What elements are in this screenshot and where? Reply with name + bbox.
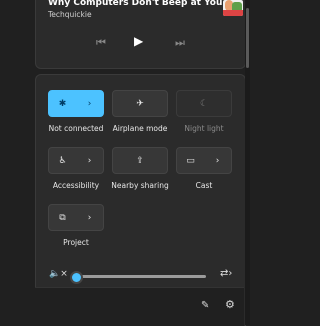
night-light-tile[interactable]: ☾ [176,90,232,117]
airplane-mode-tile[interactable]: ✈ [112,90,168,117]
media-player: Why Computers Don't Beep at You... Techq… [35,0,246,69]
night-light-label: Night light [184,124,224,133]
airplane-icon: ✈ [136,98,144,109]
bluetooth-chevron-icon[interactable]: › [76,99,103,109]
bluetooth-tile[interactable]: ✱ › [48,90,104,117]
audio-output-icon[interactable]: ⇄› [220,268,232,279]
scrollbar-thumb[interactable] [246,8,249,68]
project-chevron-icon[interactable]: › [76,213,103,223]
cast-chevron-icon[interactable]: › [204,156,231,166]
airplane-mode-label: Airplane mode [112,124,168,133]
accessibility-icon[interactable]: ♿ [49,156,76,166]
previous-icon[interactable]: ⏮ [96,36,106,50]
settings-gear-icon[interactable]: ⚙ [225,298,235,311]
accessibility-chevron-icon[interactable]: › [76,156,103,166]
night-light-icon: ☾ [199,98,209,109]
accessibility-label: Accessibility [52,181,100,190]
volume-slider-thumb[interactable] [70,271,83,284]
nearby-sharing-label: Nearby sharing [111,181,169,190]
project-label: Project [63,238,89,247]
media-thumbnail [223,0,243,16]
cast-label: Cast [195,181,213,190]
scrollbar[interactable] [245,0,250,325]
play-icon[interactable]: ▶ [134,34,143,48]
quick-settings-footer: ✎ ⚙ [35,287,244,326]
media-title: Why Computers Don't Beep at You... [48,0,223,8]
volume-slider[interactable] [74,275,206,278]
cast-icon[interactable]: ▭ [177,156,204,166]
cast-tile[interactable]: ▭ › [176,147,232,174]
nearby-sharing-tile[interactable]: ⇪ [112,147,168,174]
bluetooth-label: Not connected [48,124,104,133]
project-icon[interactable]: ⧉ [49,213,76,223]
bluetooth-icon[interactable]: ✱ [49,99,76,109]
accessibility-tile[interactable]: ♿ › [48,147,104,174]
volume-muted-icon[interactable]: 🔈× [49,269,68,279]
next-icon[interactable]: ⏭ [175,36,185,50]
share-icon: ⇪ [136,155,144,166]
media-channel: Techquickie [48,10,92,19]
edit-pencil-icon[interactable]: ✎ [201,300,209,311]
project-tile[interactable]: ⧉ › [48,204,104,231]
